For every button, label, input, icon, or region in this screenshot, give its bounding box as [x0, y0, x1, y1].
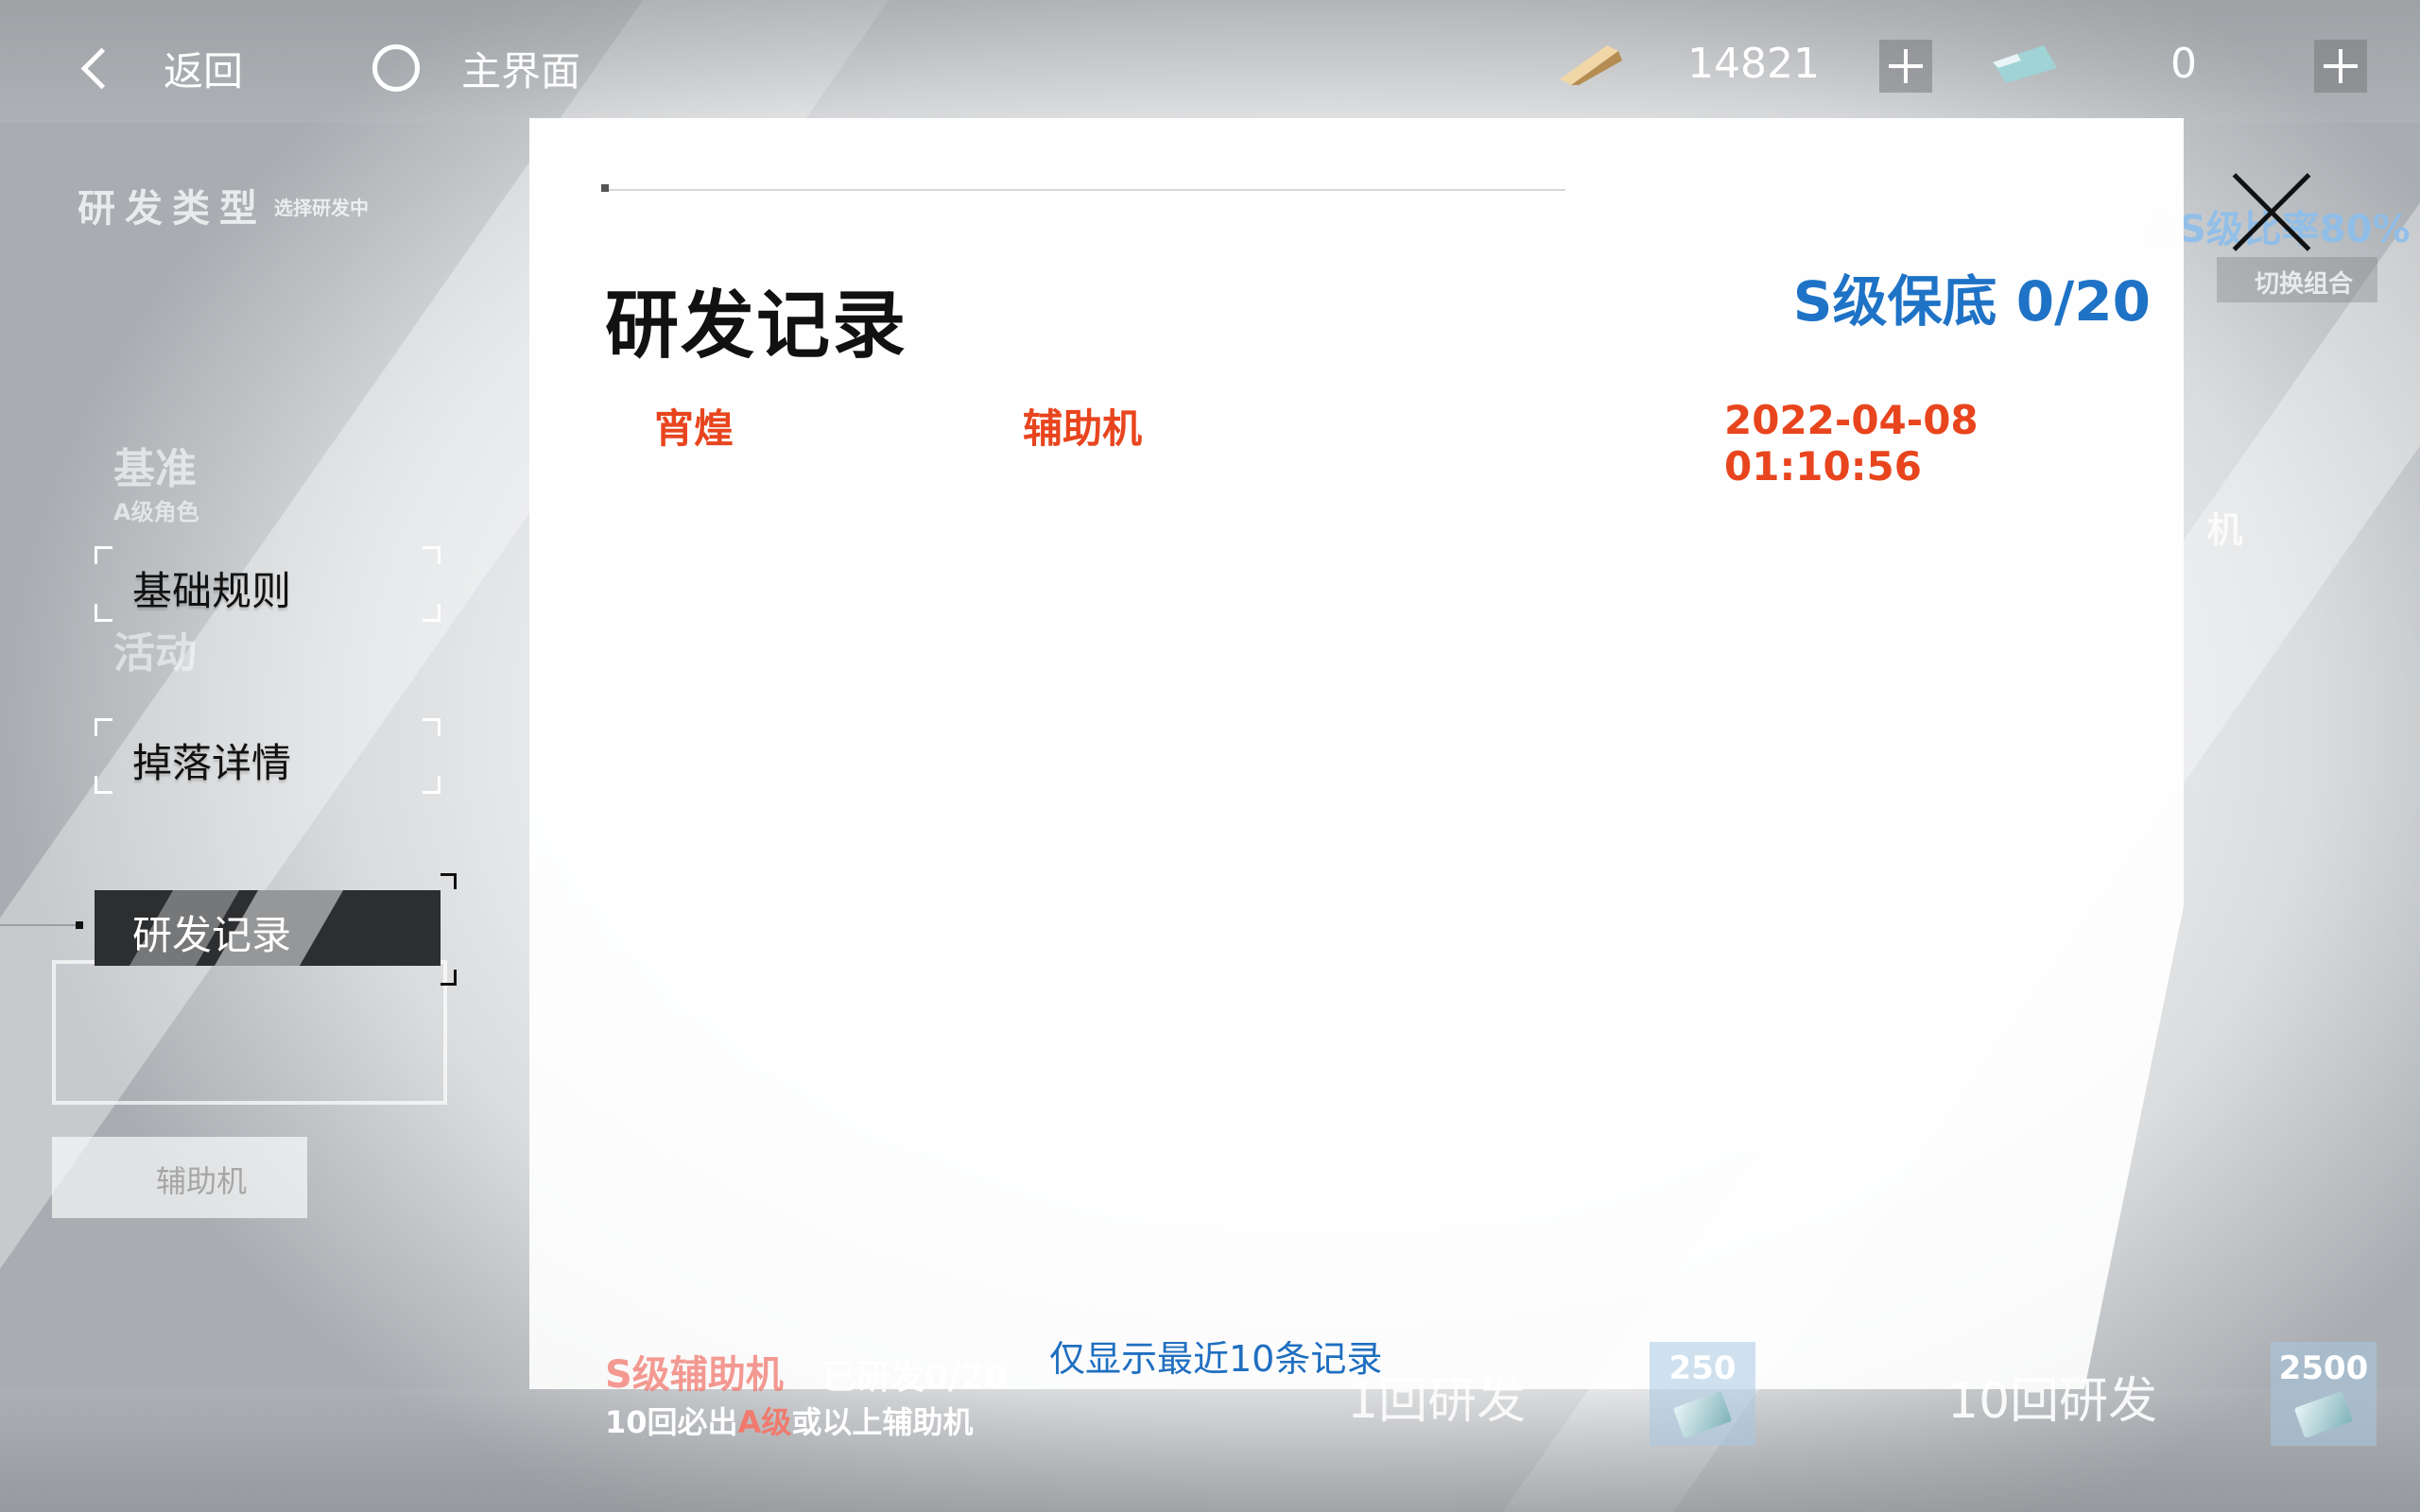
home-button[interactable]: 主界面 [372, 38, 580, 98]
back-label: 返回 [164, 47, 244, 94]
tab-drop-details-label: 掉落详情 [132, 740, 292, 786]
tab-basic-rules-label: 基础规则 [132, 568, 292, 614]
ten-cost-value: 2500 [2278, 1349, 2369, 1387]
tab-research-record[interactable]: 研发记录 [95, 873, 457, 986]
tab-basic-rules[interactable]: 基础规则 [95, 546, 441, 622]
add-currency1-button[interactable] [1879, 40, 1932, 93]
home-label: 主界面 [461, 47, 581, 94]
ticket-icon [2293, 1390, 2354, 1439]
side-item[interactable]: 辅助机 [52, 1137, 307, 1218]
side-panel-frame [52, 960, 447, 1105]
tab-indicator-line [0, 924, 76, 926]
single-cost-value: 250 [1668, 1349, 1737, 1387]
modal-divider-dot [601, 184, 609, 192]
ticket-currency-icon [1993, 45, 2057, 83]
guarantee-text: 10回必出A级或以上辅助机 [605, 1404, 974, 1440]
tab-research-record-label: 研发记录 [132, 912, 292, 958]
record-name: 宵煌 [654, 405, 735, 452]
ticket-icon [1672, 1390, 1733, 1439]
record-limit-notice: 仅显示最近10条记录 [1049, 1338, 1383, 1380]
tab-bracket [441, 970, 457, 986]
back-button[interactable]: 返回 [74, 38, 243, 98]
record-type: 辅助机 [1023, 405, 1143, 452]
switch-combo-button[interactable]: 切换组合 [2217, 257, 2377, 302]
modal-divider [601, 189, 1565, 191]
single-cost-box: 250 [1650, 1342, 1755, 1446]
standard-banner-sub: A级角色 [113, 499, 199, 525]
research-type-label: 研发类型 [78, 187, 267, 231]
s-pity-counter: S级保底 0/20 [1792, 269, 2151, 334]
standard-banner-label: 基准 [113, 445, 197, 493]
tab-bracket [441, 873, 457, 889]
currency2-value: 0 [2170, 40, 2197, 88]
currency1-value: 14821 [1687, 40, 1820, 88]
ten-research-button[interactable]: 10回研发 [1947, 1361, 2157, 1432]
single-research-button[interactable]: 1回研发 [1347, 1361, 1526, 1432]
add-currency2-button[interactable] [2314, 40, 2367, 93]
modal-title: 研发记录 [605, 284, 908, 369]
back-chevron-icon [80, 47, 123, 89]
side-item-label: 辅助机 [156, 1163, 248, 1199]
switch-combo-label: 切换组合 [2255, 270, 2354, 299]
tab-drop-details[interactable]: 掉落详情 [95, 718, 441, 794]
s-helper-label: S级辅助机 [605, 1353, 784, 1397]
developed-count: 已研发0/20 [822, 1358, 1009, 1397]
event-banner-label: 活动 [113, 629, 197, 678]
ten-cost-box: 2500 [2271, 1342, 2377, 1446]
close-icon[interactable] [2226, 170, 2311, 255]
record-time: 2022-04-08 01:10:56 [1724, 397, 1979, 490]
home-circle-icon [372, 44, 420, 92]
tab-indicator-dot [76, 921, 83, 929]
blueprint-currency-icon [1560, 45, 1622, 85]
record-row: 宵煌 辅助机 2022-04-08 01:10:56 [605, 397, 2146, 490]
research-type-sub: 选择研发中 [274, 197, 369, 219]
